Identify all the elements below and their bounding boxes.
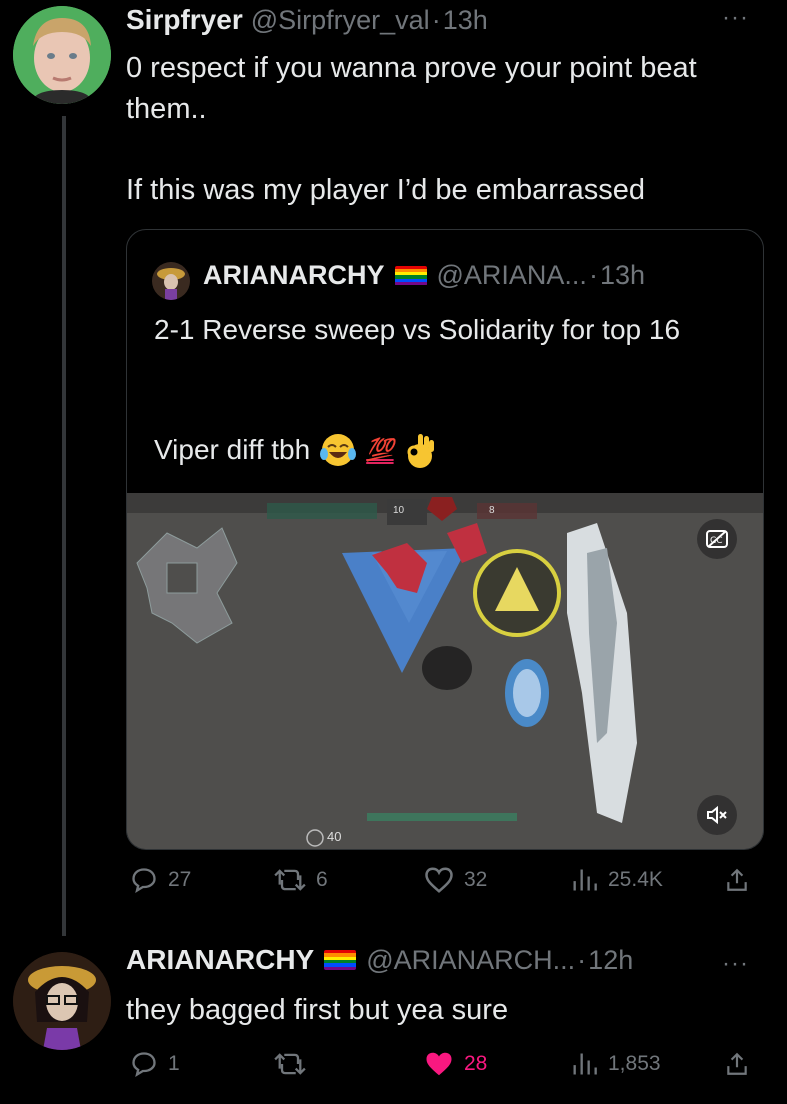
like-count: 32 — [464, 868, 488, 891]
quote-video[interactable]: 40 10 8 CC — [127, 493, 763, 849]
views-count: 1,853 — [608, 1052, 661, 1075]
avatar-image — [13, 952, 111, 1050]
reply-count: 27 — [168, 868, 192, 891]
mute-icon — [707, 805, 727, 825]
quote-header: ARIANARCHY @ARIANA... · 13h — [203, 260, 645, 291]
tweet2-header: ARIANARCHY @ARIANARCH... · 12h — [126, 944, 633, 976]
views-icon — [573, 1053, 597, 1075]
views-icon — [573, 869, 597, 891]
repost-icon — [274, 869, 306, 891]
separator-dot: · — [577, 944, 587, 975]
more-icon[interactable]: ··· — [722, 950, 749, 978]
laughing-emoji-icon — [320, 434, 357, 466]
share-icon — [727, 868, 747, 891]
share-button[interactable] — [724, 866, 750, 894]
tweet-text: they bagged first but yea sure — [126, 994, 509, 1026]
quote-tweet-card[interactable]: ARIANARCHY @ARIANA... · 13h 2-1 Reverse … — [126, 229, 764, 850]
reply-button[interactable]: 27 — [130, 866, 191, 894]
author-handle[interactable]: @Sirpfryer_val — [251, 5, 430, 36]
like-button[interactable]: 28 — [424, 1050, 487, 1078]
author-handle[interactable]: @ARIANARCH... — [366, 945, 575, 976]
views-count: 25.4K — [608, 868, 663, 891]
author-name[interactable]: ARIANARCHY — [126, 944, 314, 976]
tweet-text-line1: 0 respect if you wanna prove your point … — [126, 52, 697, 125]
ok-hand-emoji-icon — [407, 434, 434, 468]
views-button[interactable]: 25.4K — [570, 866, 663, 894]
captions-button[interactable]: CC — [697, 519, 737, 559]
quote-text-line2: Viper diff tbh — [154, 434, 311, 465]
video-frame — [127, 493, 763, 849]
reply-icon — [132, 1052, 156, 1077]
timestamp[interactable]: 12h — [588, 945, 633, 976]
captions-icon: CC — [706, 530, 728, 548]
share-icon — [727, 1052, 747, 1075]
pride-flag-icon — [394, 265, 427, 286]
views-button[interactable]: 1,853 — [570, 1050, 661, 1078]
hud-ammo: 40 — [327, 829, 342, 844]
quote-handle[interactable]: @ARIANA... — [437, 260, 587, 291]
avatar-image — [13, 6, 111, 104]
tweet-text-line2: If this was my player I’d be embarrassed — [126, 174, 645, 206]
repost-count: 6 — [316, 868, 328, 891]
quote-separator: · — [588, 260, 598, 290]
quote-author-name[interactable]: ARIANARCHY — [203, 260, 385, 291]
like-icon — [425, 867, 453, 893]
quote-text-line2-row: Viper diff tbh 💯 — [154, 430, 438, 470]
hud-score-right: 8 — [489, 505, 495, 516]
timestamp[interactable]: 13h — [443, 5, 488, 36]
author-name[interactable]: Sirpfryer — [126, 4, 243, 36]
pride-flag-icon — [324, 950, 357, 970]
more-icon[interactable]: ··· — [722, 4, 749, 32]
separator-dot: · — [431, 5, 441, 35]
share-button[interactable] — [724, 1050, 750, 1078]
avatar-sirpfryer[interactable] — [13, 6, 111, 104]
quote-text-line1: 2-1 Reverse sweep vs Solidarity for top … — [154, 314, 681, 345]
repost-icon — [274, 1053, 306, 1075]
like-count: 28 — [464, 1052, 488, 1075]
repost-button[interactable] — [274, 1050, 316, 1078]
repost-button[interactable]: 6 — [274, 866, 328, 894]
quote-avatar[interactable] — [152, 262, 190, 300]
thread-connector-line — [62, 116, 66, 936]
tweet1-header: Sirpfryer @Sirpfryer_val · 13h — [126, 4, 488, 44]
reply-button[interactable]: 1 — [130, 1050, 180, 1078]
like-icon-filled — [426, 1052, 452, 1076]
avatar-arianarchy[interactable] — [13, 952, 111, 1050]
reply-icon — [132, 868, 156, 893]
hud-score-left: 10 — [393, 505, 405, 516]
mute-button[interactable] — [697, 795, 737, 835]
hundred-emoji-icon: 💯 — [366, 437, 394, 462]
quote-timestamp[interactable]: 13h — [600, 260, 645, 291]
like-button[interactable]: 32 — [424, 866, 487, 894]
quote-avatar-image — [152, 262, 190, 300]
reply-count: 1 — [168, 1052, 180, 1075]
